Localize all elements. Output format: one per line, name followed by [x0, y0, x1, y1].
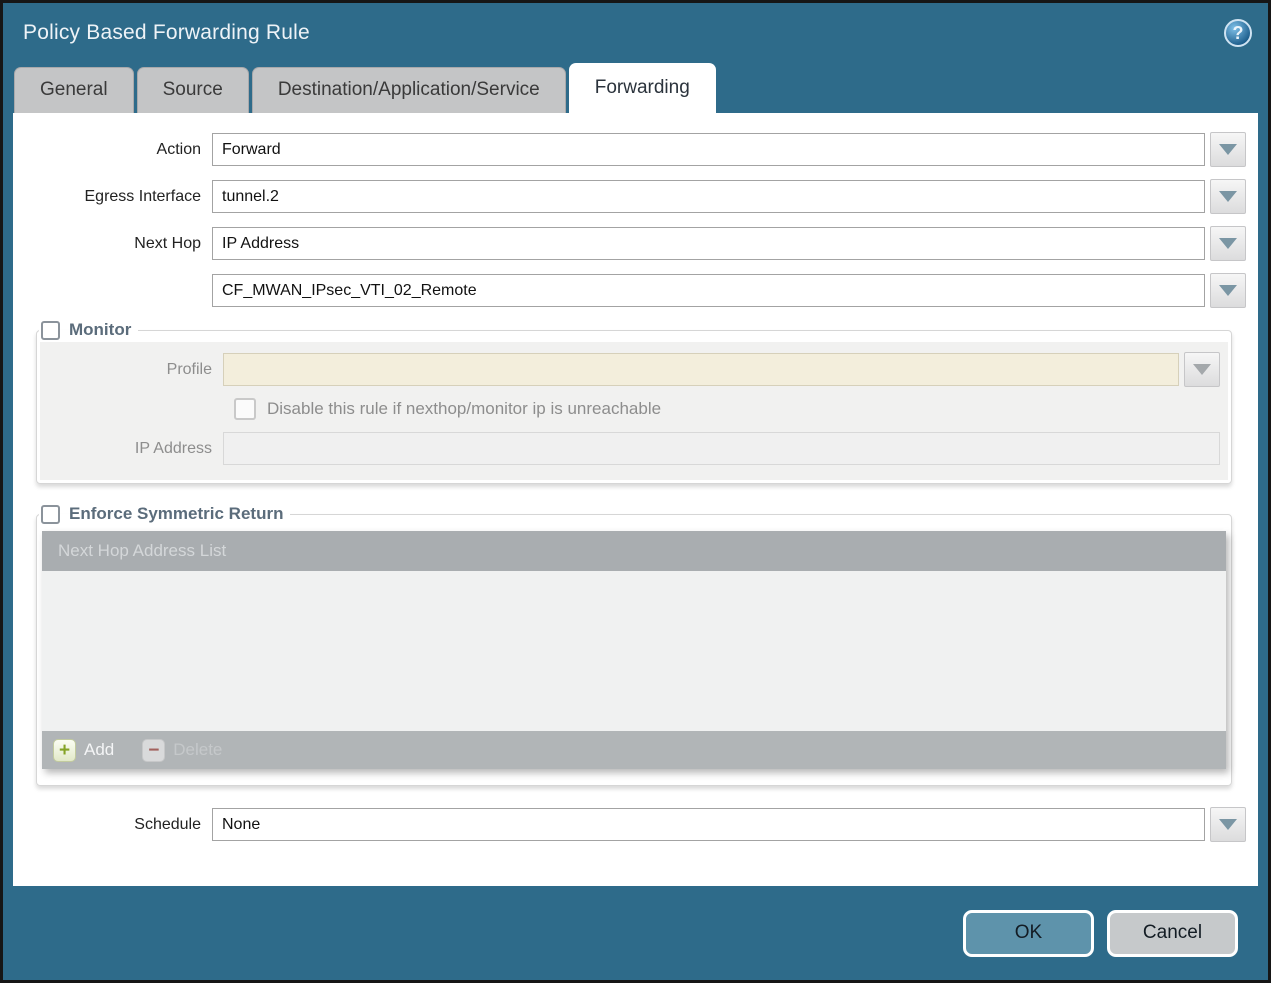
action-row: Action Forward	[13, 132, 1246, 167]
next-hop-label: Next Hop	[13, 235, 212, 253]
chevron-down-icon	[1219, 191, 1237, 202]
add-button-label: Add	[84, 740, 114, 760]
forwarding-tab-panel: Action Forward Egress Interface tunnel.2…	[13, 113, 1258, 886]
profile-dropdown-button	[1184, 352, 1220, 387]
schedule-label: Schedule	[13, 816, 212, 834]
tab-source[interactable]: Source	[137, 67, 249, 113]
monitor-legend: Monitor	[39, 320, 138, 340]
profile-label: Profile	[40, 361, 223, 379]
monitor-ip-address-input	[223, 432, 1220, 465]
next-hop-dropdown-button[interactable]	[1210, 226, 1246, 261]
egress-interface-row: Egress Interface tunnel.2	[13, 179, 1246, 214]
enforce-symmetric-return-legend: Enforce Symmetric Return	[39, 504, 290, 524]
minus-icon: −	[142, 739, 165, 762]
title-bar: Policy Based Forwarding Rule ?	[3, 3, 1268, 63]
enforce-symmetric-return-checkbox[interactable]	[41, 505, 60, 524]
egress-interface-label: Egress Interface	[13, 188, 212, 206]
next-hop-row: Next Hop IP Address	[13, 226, 1246, 261]
next-hop-address-row: CF_MWAN_IPsec_VTI_02_Remote	[13, 273, 1246, 308]
help-icon[interactable]: ?	[1224, 19, 1252, 47]
enforce-symmetric-return-fieldset: Enforce Symmetric Return Next Hop Addres…	[36, 504, 1232, 786]
profile-row: Profile	[40, 352, 1220, 387]
tab-general[interactable]: General	[14, 67, 134, 113]
egress-interface-dropdown-button[interactable]	[1210, 179, 1246, 214]
next-hop-address-select[interactable]: CF_MWAN_IPsec_VTI_02_Remote	[212, 274, 1205, 307]
monitor-fieldset: Monitor Profile Disable this rule if nex…	[36, 320, 1232, 484]
table-toolbar: + Add − Delete	[42, 731, 1226, 769]
tab-forwarding[interactable]: Forwarding	[569, 63, 716, 113]
profile-select	[223, 353, 1179, 386]
monitor-legend-label: Monitor	[69, 320, 131, 340]
action-select[interactable]: Forward	[212, 133, 1205, 166]
policy-based-forwarding-dialog: Policy Based Forwarding Rule ? General S…	[0, 0, 1271, 983]
ok-button[interactable]: OK	[963, 910, 1094, 957]
plus-icon: +	[53, 739, 76, 762]
tab-strip: General Source Destination/Application/S…	[3, 63, 1268, 113]
next-hop-address-list-body[interactable]	[42, 571, 1226, 731]
chevron-down-icon	[1219, 144, 1237, 155]
schedule-row: Schedule None	[13, 807, 1246, 842]
disable-rule-checkbox	[234, 398, 256, 420]
monitor-ip-address-label: IP Address	[40, 440, 223, 458]
chevron-down-icon	[1219, 285, 1237, 296]
delete-button: − Delete	[142, 739, 222, 762]
action-label: Action	[13, 141, 212, 159]
next-hop-address-dropdown-button[interactable]	[1210, 273, 1246, 308]
dialog-title: Policy Based Forwarding Rule	[23, 21, 310, 45]
monitor-ip-address-row: IP Address	[40, 432, 1220, 465]
monitor-panel: Profile Disable this rule if nexthop/mon…	[40, 342, 1228, 480]
next-hop-address-list-table: Next Hop Address List + Add − Delete	[42, 531, 1226, 769]
disable-rule-label: Disable this rule if nexthop/monitor ip …	[267, 399, 661, 419]
chevron-down-icon	[1193, 364, 1211, 375]
cancel-button[interactable]: Cancel	[1107, 910, 1238, 957]
monitor-checkbox[interactable]	[41, 321, 60, 340]
tab-destination-application-service[interactable]: Destination/Application/Service	[252, 67, 566, 113]
delete-button-label: Delete	[173, 740, 222, 760]
next-hop-type-select[interactable]: IP Address	[212, 227, 1205, 260]
next-hop-address-list-header: Next Hop Address List	[42, 531, 1226, 571]
chevron-down-icon	[1219, 238, 1237, 249]
schedule-dropdown-button[interactable]	[1210, 807, 1246, 842]
egress-interface-select[interactable]: tunnel.2	[212, 180, 1205, 213]
add-button[interactable]: + Add	[53, 739, 114, 762]
enforce-symmetric-return-label: Enforce Symmetric Return	[69, 504, 283, 524]
dialog-footer: OK Cancel	[3, 886, 1268, 980]
action-dropdown-button[interactable]	[1210, 132, 1246, 167]
disable-rule-row: Disable this rule if nexthop/monitor ip …	[234, 398, 1220, 420]
chevron-down-icon	[1219, 819, 1237, 830]
schedule-select[interactable]: None	[212, 808, 1205, 841]
